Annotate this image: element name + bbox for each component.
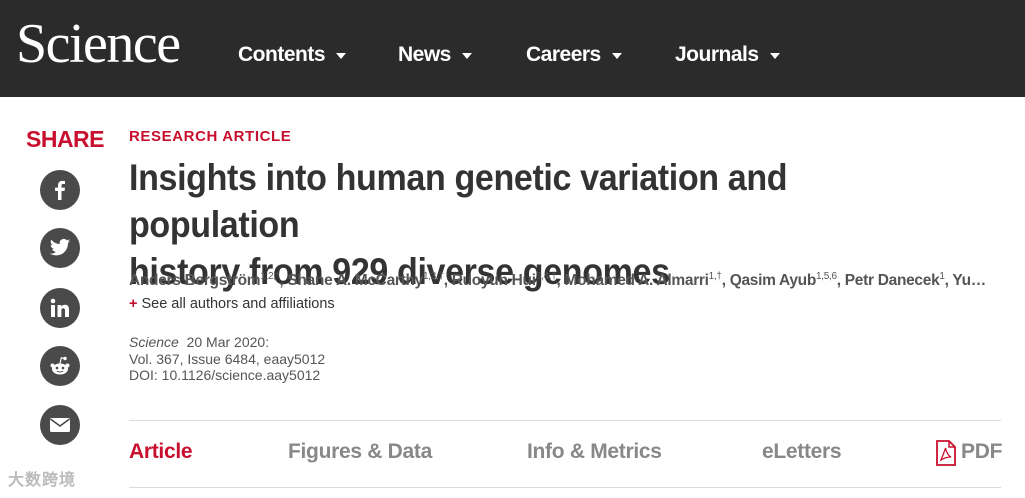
science-logo[interactable]: Science (16, 12, 181, 76)
author-link[interactable]: Anders Bergström1,2,* (129, 271, 280, 289)
author-link[interactable]: Qasim Ayub1,5,6 (730, 271, 837, 289)
see-all-authors-label: See all authors and affiliations (141, 296, 335, 312)
tab-figures-data[interactable]: Figures & Data (288, 440, 432, 464)
nav-contents[interactable]: Contents (238, 42, 346, 68)
author-link[interactable]: Shane A. McCarthy1,3,† (287, 271, 444, 289)
chevron-down-icon (461, 53, 472, 59)
pdf-icon[interactable] (935, 440, 957, 466)
volume-issue: Vol. 367, Issue 6484, eaay5012 (129, 350, 326, 367)
plus-icon: + (129, 296, 138, 312)
tab-eletters[interactable]: eLetters (762, 440, 842, 464)
author-link[interactable]: Mohamed A. Almarri1,† (564, 271, 722, 289)
tab-pdf[interactable]: PDF (961, 440, 1002, 464)
nav-careers[interactable]: Careers (526, 42, 622, 68)
share-label: SHARE (26, 126, 105, 152)
share-linkedin-button[interactable] (40, 288, 80, 328)
tabs-top-divider (129, 420, 1001, 421)
journal-name: Science (129, 334, 179, 350)
site-header: Science Contents News Careers Journals (0, 0, 1025, 97)
citation-block: Science 20 Mar 2020: Vol. 367, Issue 648… (129, 334, 325, 384)
email-icon (50, 418, 70, 432)
nav-journals-label: Journals (675, 43, 759, 66)
author-list: Anders Bergström1,2,*, Shane A. McCarthy… (129, 271, 986, 290)
watermark-text: 大数跨境 (8, 472, 77, 489)
see-all-authors-link[interactable]: + See all authors and affiliations (129, 296, 335, 312)
article-type-label: RESEARCH ARTICLE (129, 128, 292, 145)
citation-journal-line: Science 20 Mar 2020: (129, 334, 325, 351)
nav-careers-label: Careers (526, 43, 601, 66)
nav-news-label: News (398, 43, 451, 66)
chevron-down-icon (336, 53, 346, 59)
author-link-truncated[interactable]: Yu… (952, 272, 986, 289)
chevron-down-icon (769, 53, 780, 59)
tab-info-metrics[interactable]: Info & Metrics (527, 440, 662, 464)
share-facebook-button[interactable] (40, 170, 80, 210)
twitter-icon (49, 238, 71, 256)
reddit-icon (50, 356, 70, 375)
share-email-button[interactable] (40, 405, 80, 445)
author-link[interactable]: Ruoyun Hui3,4,† (452, 271, 557, 289)
nav-contents-label: Contents (238, 43, 326, 66)
nav-journals[interactable]: Journals (675, 42, 780, 68)
linkedin-icon (50, 298, 69, 317)
facebook-icon (55, 180, 65, 200)
tab-article[interactable]: Article (129, 440, 193, 464)
article-title-line-1: Insights into human genetic variation an… (129, 157, 788, 245)
doi: DOI: 10.1126/science.aay5012 (129, 367, 321, 383)
chevron-down-icon (611, 53, 622, 59)
publication-date: 20 Mar 2020: (186, 334, 270, 350)
nav-news[interactable]: News (398, 42, 472, 68)
tabs-bottom-divider (129, 487, 1001, 488)
share-twitter-button[interactable] (40, 228, 80, 268)
share-reddit-button[interactable] (40, 346, 80, 386)
author-link[interactable]: Petr Danecek1 (845, 271, 945, 289)
